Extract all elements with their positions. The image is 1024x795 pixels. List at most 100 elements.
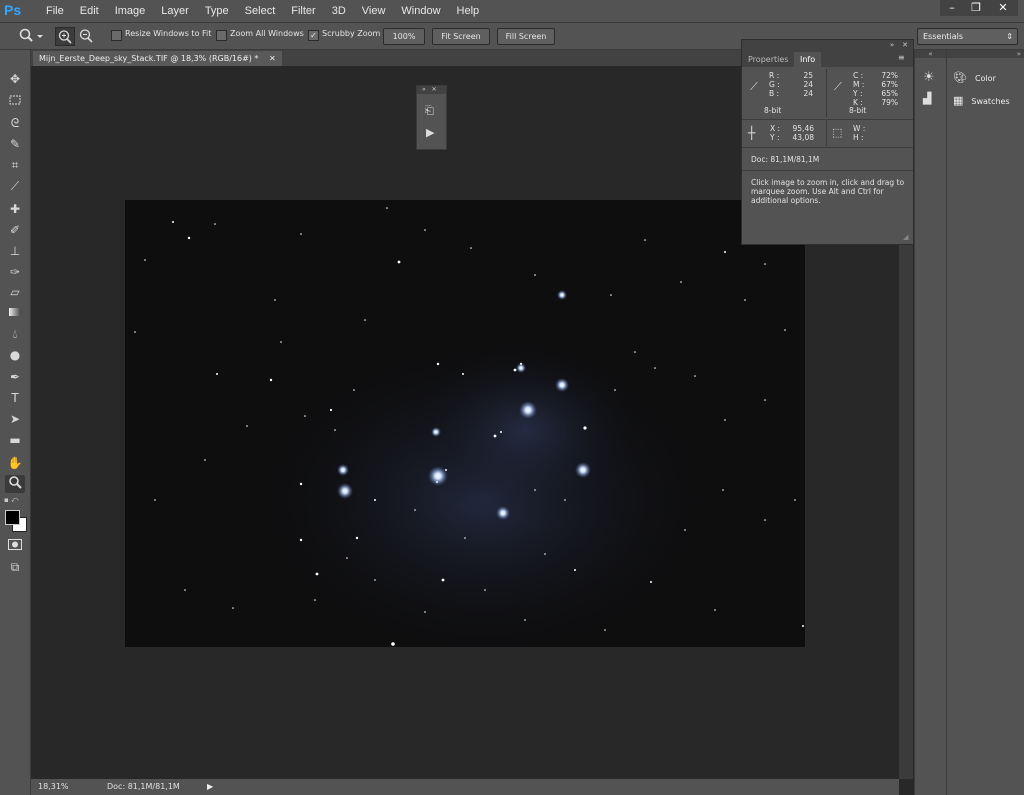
x-value: 95,46 — [792, 124, 814, 133]
menu-filter[interactable]: Filter — [283, 0, 323, 22]
actual-pixels-button[interactable]: 100% — [383, 28, 425, 45]
status-menu-arrow-icon[interactable]: ▶ — [207, 779, 213, 795]
zoom-level[interactable]: 18,31% — [38, 779, 94, 795]
fit-screen-button[interactable]: Fit Screen — [432, 28, 490, 45]
blur-tool-icon[interactable]: 💧︎ — [5, 325, 25, 343]
tab-info[interactable]: Info — [794, 52, 822, 67]
resize-windows-label: Resize Windows to Fit — [125, 29, 212, 38]
pen-tool-icon[interactable]: ✒ — [5, 368, 25, 386]
play-icon[interactable]: ▶ — [426, 126, 434, 139]
rgb-readout: R : 25 G : 24 B : 24 — [769, 71, 813, 98]
workspace-switcher[interactable]: Essentials ⇕ — [917, 28, 1018, 45]
default-swap-colors-icon[interactable]: ▪ ⤺ — [4, 496, 26, 504]
collapse-icon[interactable]: « — [915, 50, 946, 58]
collapse-icon[interactable]: » — [422, 86, 426, 93]
brush-tool-icon[interactable]: ✐ — [5, 221, 25, 239]
swatches-panel-label: Swatches — [971, 97, 1010, 106]
palette-icon: 🎨︎ — [953, 71, 967, 84]
menu-view[interactable]: View — [354, 0, 394, 22]
resize-grip-icon[interactable]: ◢ — [903, 233, 908, 241]
zoom-tool-preset-icon[interactable] — [18, 27, 44, 45]
close-icon[interactable]: ✕ — [432, 86, 437, 93]
eyedropper-rgb-icon[interactable]: ⟋ — [750, 80, 758, 94]
info-panel: » ✕ Properties Info ≡ ⟋ R :25 G :24 B :24… — [741, 39, 914, 245]
close-window-button[interactable]: ✕ — [988, 0, 1018, 16]
rectangle-tool-icon[interactable]: ▬ — [5, 431, 25, 449]
scrubby-zoom-checkbox[interactable]: ✓ — [308, 30, 319, 41]
status-bar: 18,31% Doc: 81,1M/81,1M ▶ — [31, 779, 899, 795]
panel-menu-icon[interactable]: ≡ — [898, 53, 905, 62]
b-label: B : — [769, 89, 780, 98]
close-tab-icon[interactable]: ✕ — [269, 54, 276, 63]
mini-panel-header[interactable]: » ✕ — [417, 86, 446, 94]
g-value: 24 — [803, 80, 813, 89]
minimize-button[interactable]: – — [940, 0, 964, 16]
crosshair-icon: ┼ — [748, 126, 756, 140]
menu-select[interactable]: Select — [237, 0, 284, 22]
marquee-tool-icon[interactable] — [5, 92, 25, 110]
hand-tool-icon[interactable]: ✋ — [5, 454, 25, 472]
menu-type[interactable]: Type — [197, 0, 237, 22]
color-panel-button[interactable]: 🎨︎ Color — [953, 69, 996, 87]
m-label: M : — [853, 80, 865, 89]
photoshop-logo: Ps — [4, 2, 22, 18]
menu-layer[interactable]: Layer — [153, 0, 197, 22]
resize-windows-checkbox[interactable] — [111, 30, 122, 41]
color-panel-label: Color — [974, 74, 996, 83]
chevron-updown-icon: ⇕ — [1006, 32, 1013, 41]
history-icon[interactable]: ⎗ — [425, 104, 434, 118]
type-tool-icon[interactable]: T — [5, 389, 25, 407]
document-image[interactable] — [125, 200, 805, 647]
menu-edit[interactable]: Edit — [72, 0, 107, 22]
screen-mode-icon[interactable]: ⧉ — [5, 558, 25, 576]
expand-icon[interactable]: » — [947, 50, 1024, 58]
quick-mask-icon[interactable] — [5, 537, 25, 555]
tab-properties[interactable]: Properties — [742, 52, 795, 67]
move-tool-icon[interactable]: ✥ — [5, 70, 25, 88]
collapse-icon[interactable]: » — [890, 41, 894, 49]
swatches-panel-button[interactable]: ▦ Swatches — [953, 92, 1010, 110]
cmyk-bit-depth: 8-bit — [849, 106, 867, 115]
eraser-tool-icon[interactable]: ▱ — [5, 283, 25, 301]
zoom-out-icon[interactable] — [77, 27, 95, 44]
zoom-all-windows-checkbox[interactable] — [216, 30, 227, 41]
quick-selection-tool-icon[interactable]: ✎ — [5, 135, 25, 153]
c-label: C : — [853, 71, 864, 80]
c-value: 72% — [881, 71, 898, 80]
crop-tool-icon[interactable]: ⌗ — [5, 156, 25, 174]
menu-3d[interactable]: 3D — [324, 0, 354, 22]
history-brush-tool-icon[interactable]: ✑ — [5, 263, 25, 281]
eyedropper-cmyk-icon[interactable]: ⟋ — [834, 80, 842, 94]
zoom-in-icon[interactable] — [55, 27, 75, 46]
icon-dock: « ☀ ▟ — [914, 50, 946, 795]
eyedropper-tool-icon[interactable]: ⟋ — [5, 177, 25, 195]
menu-help[interactable]: Help — [449, 0, 488, 22]
path-selection-tool-icon[interactable]: ➤ — [5, 410, 25, 428]
clone-stamp-tool-icon[interactable]: ⊥ — [5, 242, 25, 260]
scrubby-zoom-label: Scrubby Zoom — [322, 29, 381, 38]
menu-image[interactable]: Image — [107, 0, 154, 22]
foreground-color-swatch[interactable] — [5, 510, 20, 525]
g-label: G : — [769, 80, 780, 89]
doc-size: Doc: 81,1M/81,1M — [107, 782, 180, 791]
close-icon[interactable]: ✕ — [902, 41, 908, 49]
healing-brush-tool-icon[interactable]: ✚ — [5, 200, 25, 218]
adjustments-icon[interactable]: ☀ — [923, 70, 935, 85]
menu-bar: Ps File Edit Image Layer Type Select Fil… — [0, 0, 1024, 23]
zoom-tool-icon[interactable] — [5, 475, 25, 493]
dodge-tool-icon[interactable]: ● — [5, 346, 25, 364]
size-readout: W : H : — [853, 124, 865, 142]
star-field-image — [134, 207, 804, 647]
x-label: X : — [770, 124, 781, 133]
document-tab[interactable]: Mijn_Eerste_Deep_sky_Stack.TIF @ 18,3% (… — [33, 51, 282, 66]
fill-screen-button[interactable]: Fill Screen — [497, 28, 555, 45]
menu-file[interactable]: File — [38, 0, 72, 22]
tools-panel: ✥ ᘓ ✎ ⌗ ⟋ ✚ ✐ ⊥ ✑ ▱ 💧︎ ● ✒ T ➤ ▬ ✋ ▪ ⤺ ⧉ — [0, 50, 31, 795]
gradient-tool-icon[interactable] — [5, 304, 25, 322]
menu-window[interactable]: Window — [393, 0, 448, 22]
lasso-tool-icon[interactable]: ᘓ — [5, 114, 25, 132]
histogram-icon[interactable]: ▟ — [923, 92, 931, 105]
info-panel-header[interactable]: » ✕ — [742, 40, 913, 51]
info-doc-size: Doc: 81,1M/81,1M — [751, 155, 820, 164]
restore-button[interactable]: ❐ — [964, 0, 988, 16]
